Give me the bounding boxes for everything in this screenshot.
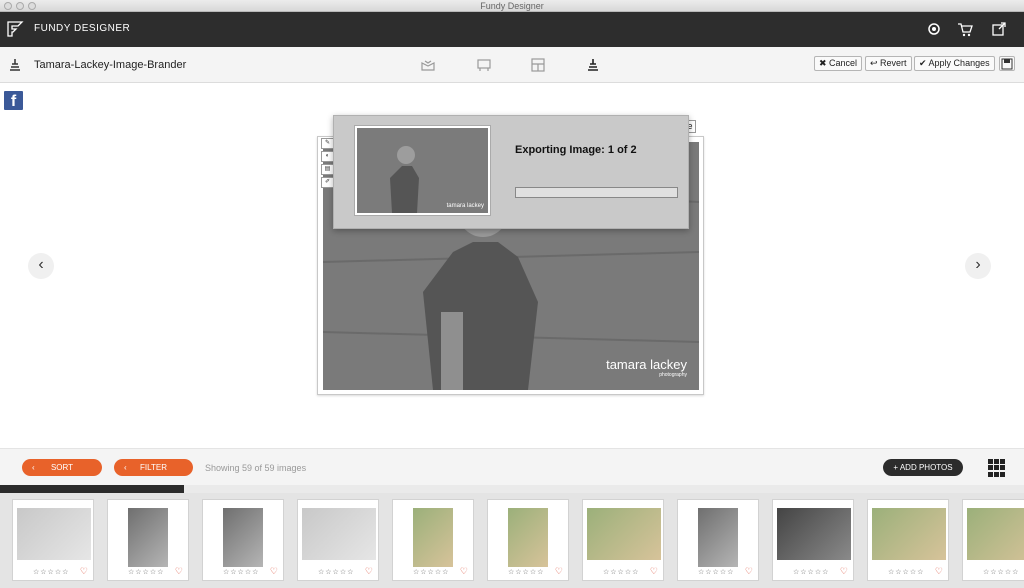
document-title: Tamara-Lackey-Image-Brander	[34, 59, 187, 71]
minimize-window-button[interactable]	[16, 2, 24, 10]
rating-stars-icon[interactable]: ☆☆☆☆☆	[983, 568, 1019, 576]
brander-mode-icon[interactable]	[585, 57, 601, 73]
settings-icon[interactable]	[926, 21, 942, 37]
export-thumbnail: tamara lackey	[354, 125, 491, 216]
zoom-window-button[interactable]	[28, 2, 36, 10]
add-photos-button[interactable]: + ADD PHOTOS	[883, 459, 963, 476]
filmstrip-scrollbar[interactable]	[0, 485, 1024, 493]
favorite-heart-icon[interactable]: ♡	[175, 566, 183, 577]
favorite-heart-icon[interactable]: ♡	[745, 566, 753, 577]
revert-button[interactable]: ↩ Revert	[865, 56, 912, 71]
rating-stars-icon[interactable]: ☆☆☆☆☆	[793, 568, 829, 576]
rating-stars-icon[interactable]: ☆☆☆☆☆	[318, 568, 354, 576]
filmstrip-thumbnail	[967, 508, 1024, 560]
design-canvas: f ‹ › tamara lackey photography ✎ ◐ ▤ ✐ …	[0, 83, 1024, 448]
filmstrip: ☆☆☆☆☆ ♡ ☆☆☆☆☆ ♡ ☆☆☆☆☆ ♡ ☆☆☆☆☆ ♡ ☆☆☆☆☆ ♡ ☆☆☆☆☆ ♡ ☆☆☆☆…	[0, 493, 1024, 588]
chevron-left-icon: ‹	[124, 463, 127, 472]
filmstrip-photo-card[interactable]: ☆☆☆☆☆ ♡	[867, 499, 949, 581]
filter-button[interactable]: ‹ FILTER	[114, 459, 193, 476]
rating-stars-icon[interactable]: ☆☆☆☆☆	[413, 568, 449, 576]
facebook-icon[interactable]: f	[4, 91, 23, 110]
chevron-left-icon: ‹	[32, 463, 35, 472]
favorite-heart-icon[interactable]: ♡	[365, 566, 373, 577]
filmstrip-photo-card[interactable]: ☆☆☆☆☆ ♡	[772, 499, 854, 581]
fundy-logo-icon	[7, 21, 24, 37]
favorite-heart-icon[interactable]: ♡	[935, 566, 943, 577]
apply-changes-button[interactable]: ✔ Apply Changes	[914, 56, 995, 71]
window-titlebar: Fundy Designer	[0, 0, 1024, 12]
card-mode-icon[interactable]	[530, 57, 546, 73]
rating-stars-icon[interactable]: ☆☆☆☆☆	[223, 568, 259, 576]
filmstrip-photo-card[interactable]: ☆☆☆☆☆ ♡	[107, 499, 189, 581]
sort-button[interactable]: ‹ SORT	[22, 459, 102, 476]
filmstrip-photo-card[interactable]: ☆☆☆☆☆♡	[962, 499, 1024, 581]
filmstrip-photo-card[interactable]: ☆☆☆☆☆ ♡	[677, 499, 759, 581]
filmstrip-photo-card[interactable]: ☆☆☆☆☆ ♡	[202, 499, 284, 581]
wall-art-mode-icon[interactable]	[476, 57, 492, 73]
filmstrip-thumbnail	[128, 508, 168, 567]
rating-stars-icon[interactable]: ☆☆☆☆☆	[33, 568, 69, 576]
next-arrow-icon[interactable]: ›	[965, 253, 991, 279]
filmstrip-thumbnail	[223, 508, 263, 567]
rating-stars-icon[interactable]: ☆☆☆☆☆	[888, 568, 924, 576]
filmstrip-photo-card[interactable]: ☆☆☆☆☆ ♡	[297, 499, 379, 581]
filmstrip-thumbnail	[508, 508, 548, 567]
filmstrip-photo-card[interactable]: ☆☆☆☆☆ ♡	[487, 499, 569, 581]
filmstrip-thumbnail	[587, 508, 661, 560]
close-window-button[interactable]	[4, 2, 12, 10]
export-progress-bar	[515, 187, 678, 198]
export-thumbnail-watermark: tamara lackey	[446, 203, 484, 209]
app-name: FUNDY DESIGNER	[34, 23, 131, 34]
rating-stars-icon[interactable]: ☆☆☆☆☆	[603, 568, 639, 576]
filmstrip-thumbnail	[698, 508, 738, 567]
grid-view-icon[interactable]	[988, 459, 1006, 477]
document-toolbar: Tamara-Lackey-Image-Brander ✖ Cancel ↩ R…	[0, 47, 1024, 83]
export-thumbnail-image	[357, 128, 488, 213]
filmstrip-photo-card[interactable]: ☆☆☆☆☆ ♡	[12, 499, 94, 581]
filmstrip-thumbnail	[872, 508, 946, 560]
cart-icon[interactable]	[957, 21, 973, 37]
favorite-heart-icon[interactable]: ♡	[840, 566, 848, 577]
filmstrip-thumbnail	[17, 508, 91, 560]
filmstrip-toolbar: ‹ SORT ‹ FILTER Showing 59 of 59 images …	[0, 448, 1024, 485]
window-title: Fundy Designer	[480, 1, 544, 11]
previous-arrow-icon[interactable]: ‹	[28, 253, 54, 279]
save-icon[interactable]	[999, 56, 1015, 71]
filmstrip-thumbnail	[302, 508, 376, 560]
export-status-text: Exporting Image: 1 of 2	[515, 144, 637, 156]
favorite-heart-icon[interactable]: ♡	[650, 566, 658, 577]
rating-stars-icon[interactable]: ☆☆☆☆☆	[698, 568, 734, 576]
filmstrip-thumbnail	[777, 508, 851, 560]
filmstrip-thumbnail	[413, 508, 453, 567]
external-link-icon[interactable]	[991, 21, 1007, 37]
rating-stars-icon[interactable]: ☆☆☆☆☆	[508, 568, 544, 576]
filmstrip-photo-card[interactable]: ☆☆☆☆☆ ♡	[392, 499, 474, 581]
photo-watermark: tamara lackey photography	[606, 357, 687, 378]
favorite-heart-icon[interactable]: ♡	[80, 566, 88, 577]
favorite-heart-icon[interactable]: ♡	[270, 566, 278, 577]
export-progress-dialog: tamara lackey Exporting Image: 1 of 2	[333, 115, 689, 229]
filmstrip-photo-card[interactable]: ☆☆☆☆☆ ♡	[582, 499, 664, 581]
rating-stars-icon[interactable]: ☆☆☆☆☆	[128, 568, 164, 576]
image-brander-icon	[10, 59, 20, 71]
album-mode-icon[interactable]	[420, 57, 436, 73]
filmstrip-scroll-thumb[interactable]	[0, 485, 184, 493]
cancel-button[interactable]: ✖ Cancel	[814, 56, 863, 71]
image-count-text: Showing 59 of 59 images	[205, 463, 307, 473]
app-header: FUNDY DESIGNER	[0, 12, 1024, 47]
favorite-heart-icon[interactable]: ♡	[460, 566, 468, 577]
favorite-heart-icon[interactable]: ♡	[555, 566, 563, 577]
